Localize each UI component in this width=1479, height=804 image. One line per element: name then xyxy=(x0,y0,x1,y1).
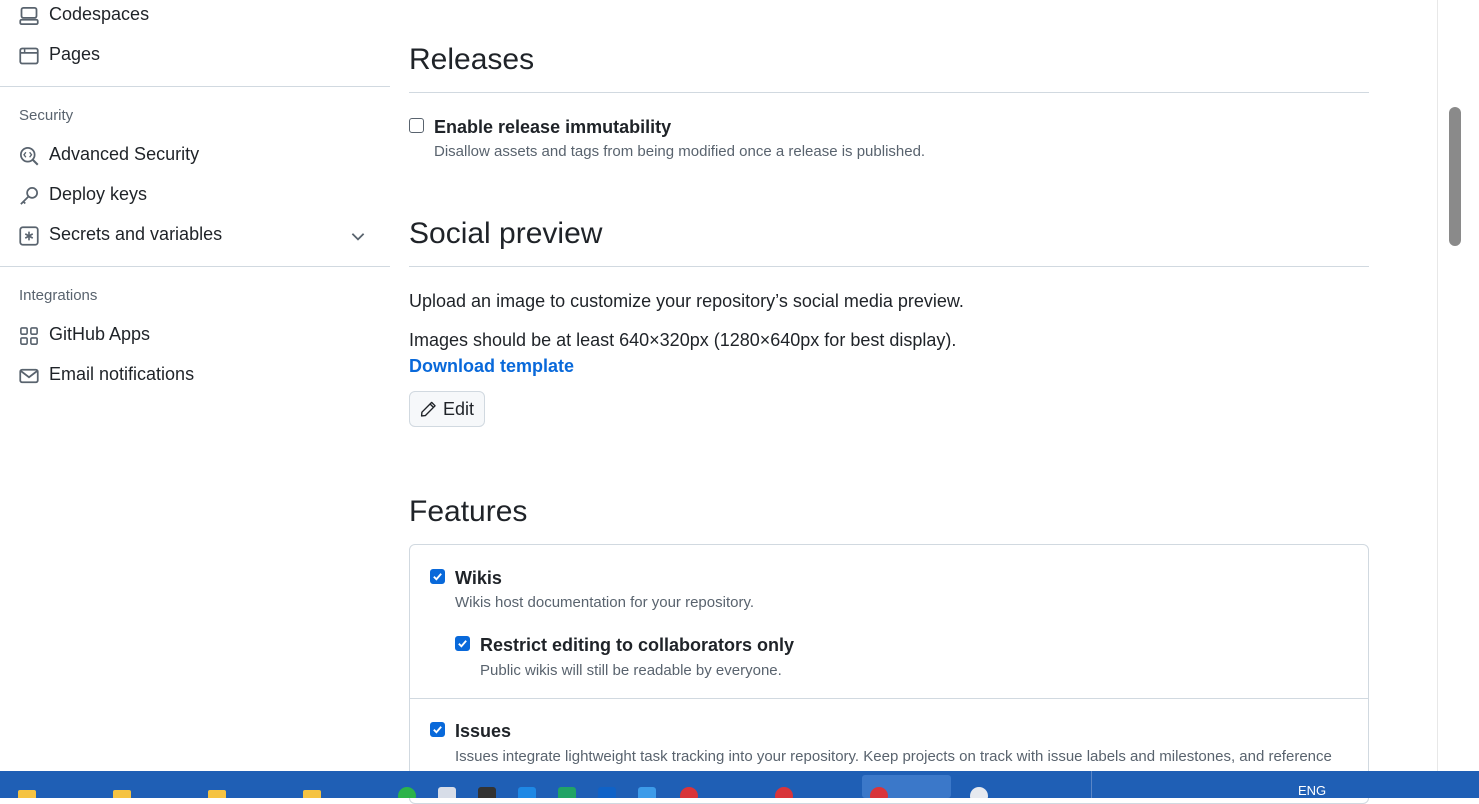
wikis-checkbox[interactable] xyxy=(430,569,445,584)
sidebar-item-label: GitHub Apps xyxy=(49,324,151,344)
folder-icon xyxy=(18,790,36,798)
sidebar-item-secrets-and-variables[interactable]: Secrets and variables xyxy=(0,217,390,253)
release-immutability-description: Disallow assets and tags from being modi… xyxy=(434,143,926,160)
wikis-description: Wikis host documentation for your reposi… xyxy=(455,594,755,611)
wikis-label: Wikis xyxy=(455,568,502,588)
restrict-editing-description: Public wikis will still be readable by e… xyxy=(480,662,782,679)
taskbar-app-9[interactable] xyxy=(775,787,793,798)
taskbar-app-4[interactable] xyxy=(518,787,536,798)
sidebar-item-deploy-keys[interactable]: Deploy keys xyxy=(0,177,390,213)
social-preview-intro: Upload an image to customize your reposi… xyxy=(409,291,964,311)
social-preview-title: Social preview xyxy=(409,217,603,250)
section-divider xyxy=(409,266,1369,267)
app-icon xyxy=(598,787,616,798)
taskbar-app-11[interactable] xyxy=(970,787,988,798)
taskbar-folder-4[interactable] xyxy=(303,789,321,798)
features-title: Features xyxy=(409,495,528,528)
taskbar-app-6[interactable] xyxy=(598,787,616,798)
sidebar-item-codespaces[interactable]: Codespaces xyxy=(0,0,390,33)
checkmark-icon xyxy=(433,573,442,581)
chevron-down-icon[interactable] xyxy=(349,227,367,245)
codescan-icon xyxy=(20,147,39,166)
sidebar-item-label: Email notifications xyxy=(49,364,195,384)
app-icon xyxy=(438,787,456,798)
app-icon xyxy=(680,787,698,798)
sidebar-item-advanced-security[interactable]: Advanced Security xyxy=(0,137,390,173)
apps-icon xyxy=(20,327,38,345)
pencil-icon xyxy=(420,401,436,417)
sidebar-item-email-notifications[interactable]: Email notifications xyxy=(0,357,390,393)
windows-taskbar: ENG xyxy=(0,771,1479,798)
sidebar-heading-security: Security xyxy=(19,107,74,124)
sidebar-item-label: Secrets and variables xyxy=(49,224,223,244)
taskbar-app-1[interactable] xyxy=(398,787,416,798)
key-icon xyxy=(20,187,38,205)
taskbar-app-5[interactable] xyxy=(558,787,576,798)
sidebar-item-github-apps[interactable]: GitHub Apps xyxy=(0,317,390,353)
taskbar-app-10[interactable] xyxy=(870,787,888,798)
checkmark-icon xyxy=(433,726,442,734)
social-preview-size-hint: Images should be at least 640×320px (128… xyxy=(409,330,957,350)
app-icon xyxy=(478,787,496,798)
taskbar-app-3[interactable] xyxy=(478,787,496,798)
sidebar-item-label: Codespaces xyxy=(49,4,150,24)
section-divider xyxy=(409,92,1369,93)
sidebar-divider xyxy=(0,266,390,267)
edit-button-label: Edit xyxy=(442,398,474,419)
issues-checkbox[interactable] xyxy=(430,722,445,737)
sidebar-item-label: Deploy keys xyxy=(49,184,148,204)
issues-description: Issues integrate lightweight task tracki… xyxy=(455,748,1332,765)
sidebar-item-label: Pages xyxy=(49,44,101,64)
features-divider xyxy=(410,698,1368,699)
app-icon xyxy=(518,787,536,798)
folder-icon xyxy=(208,790,226,798)
restrict-editing-checkbox[interactable] xyxy=(455,636,470,651)
taskbar-folder-3[interactable] xyxy=(208,789,226,798)
language-indicator[interactable]: ENG xyxy=(1298,783,1326,798)
restrict-editing-label: Restrict editing to collaborators only xyxy=(480,635,795,655)
asterisk-icon xyxy=(19,226,39,246)
app-icon xyxy=(638,787,656,798)
issues-label: Issues xyxy=(455,721,512,741)
sidebar-item-pages[interactable]: Pages xyxy=(0,37,390,73)
codespaces-icon xyxy=(19,7,39,25)
taskbar-separator xyxy=(1091,771,1092,798)
sidebar-divider xyxy=(0,86,390,87)
folder-icon xyxy=(303,790,321,798)
release-immutability-label: Enable release immutability xyxy=(434,117,672,137)
sidebar-item-label: Advanced Security xyxy=(49,144,200,164)
app-icon xyxy=(398,787,416,798)
taskbar-app-2[interactable] xyxy=(438,787,456,798)
features-box: Wikis Wikis host documentation for your … xyxy=(409,544,1369,804)
taskbar-app-7[interactable] xyxy=(638,787,656,798)
checkmark-icon xyxy=(458,640,467,648)
app-icon xyxy=(775,787,793,798)
download-template-link[interactable]: Download template xyxy=(409,356,574,377)
app-icon xyxy=(970,787,988,798)
taskbar-folder-1[interactable] xyxy=(18,789,36,798)
folder-icon xyxy=(113,790,131,798)
taskbar-folder-2[interactable] xyxy=(113,789,131,798)
browser-icon xyxy=(19,47,39,65)
sidebar-heading-integrations: Integrations xyxy=(19,287,98,304)
scrollbar-thumb[interactable] xyxy=(1449,107,1461,246)
releases-title: Releases xyxy=(409,43,535,76)
app-icon xyxy=(870,787,888,798)
app-icon xyxy=(558,787,576,798)
release-immutability-checkbox[interactable] xyxy=(409,118,424,133)
taskbar-app-8[interactable] xyxy=(680,787,698,798)
edit-button[interactable]: Edit xyxy=(409,391,485,427)
scrollbar-edge xyxy=(1437,0,1438,771)
mail-icon xyxy=(19,368,39,384)
